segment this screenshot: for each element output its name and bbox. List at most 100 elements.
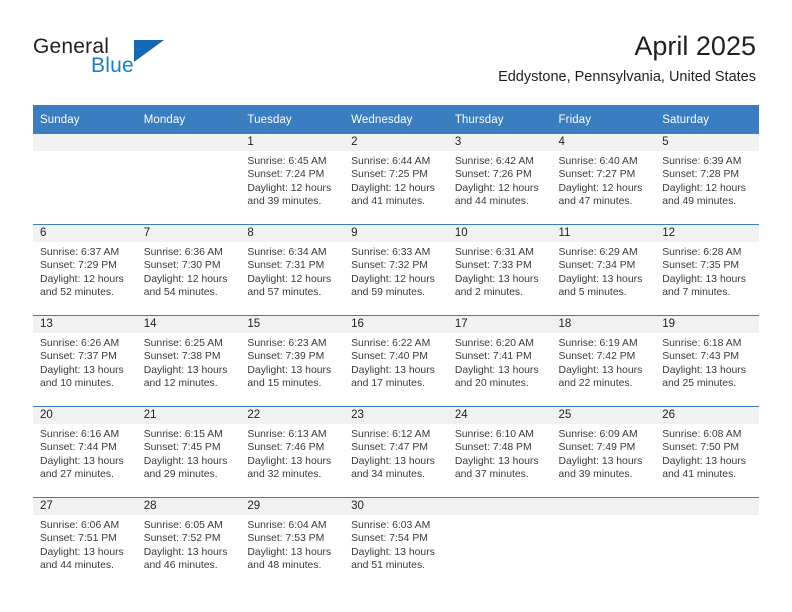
calendar-day-cell[interactable]: 29 Sunrise: 6:04 AM Sunset: 7:53 PM Dayligh… [240,497,345,588]
sunrise-text: Sunrise: 6:25 AM [143,338,223,349]
calendar-week-row: 27 Sunrise: 6:06 AM Sunset: 7:51 PM Dayligh… [33,497,759,588]
day-number: 18 [551,316,656,333]
sunset-text: Sunset: 7:39 PM [247,351,325,363]
calendar-day-cell[interactable]: 28 Sunrise: 6:05 AM Sunset: 7:52 PM Dayligh… [136,497,241,588]
general-blue-logo: General Blue [33,36,213,82]
day-details: Sunrise: 6:28 AM Sunset: 7:35 PM Daylight:… [655,242,759,300]
logo-text-blue: Blue [91,54,134,77]
calendar-day-cell[interactable]: 19 Sunrise: 6:18 AM Sunset: 7:43 PM Dayligh… [655,315,759,407]
calendar-day-cell[interactable]: 22 Sunrise: 6:13 AM Sunset: 7:46 PM Dayligh… [240,406,345,498]
calendar-day-cell[interactable]: 6 Sunrise: 6:37 AM Sunset: 7:29 PM Daylight… [33,224,137,316]
calendar-day-cell[interactable]: 8 Sunrise: 6:34 AM Sunset: 7:31 PM Daylight… [240,224,345,316]
calendar-day-cell[interactable]: 30 Sunrise: 6:03 AM Sunset: 7:54 PM Dayligh… [344,497,448,588]
calendar-day-cell[interactable]: 11 Sunrise: 6:29 AM Sunset: 7:34 PM Dayligh… [551,224,656,316]
day-number: 16 [344,316,448,333]
calendar-day-cell[interactable]: 20 Sunrise: 6:16 AM Sunset: 7:44 PM Dayligh… [33,406,137,498]
day-number: 20 [33,407,137,424]
day-number: 23 [344,407,448,424]
sunset-text: Sunset: 7:45 PM [143,442,221,454]
calendar-day-cell[interactable]: 13 Sunrise: 6:26 AM Sunset: 7:37 PM Dayligh… [33,315,137,407]
calendar-week-row: 1 Sunrise: 6:45 AM Sunset: 7:24 PM Daylight… [33,134,759,225]
calendar-day-cell[interactable]: 23 Sunrise: 6:12 AM Sunset: 7:47 PM Dayligh… [344,406,448,498]
day-details: Sunrise: 6:25 AM Sunset: 7:38 PM Daylight:… [137,333,241,391]
day-number: 8 [240,225,345,242]
calendar-day-cell-empty [136,134,241,225]
day-number: 3 [447,134,552,151]
day-number: 4 [551,134,656,151]
day-number: 6 [33,225,137,242]
calendar-day-cell[interactable]: 17 Sunrise: 6:20 AM Sunset: 7:41 PM Dayligh… [447,315,552,407]
calendar-day-cell[interactable]: 27 Sunrise: 6:06 AM Sunset: 7:51 PM Dayligh… [33,497,137,588]
daylight-text: Daylight: 13 hours and 46 minutes. [143,546,228,572]
calendar-day-cell[interactable]: 24 Sunrise: 6:10 AM Sunset: 7:48 PM Dayligh… [447,406,552,498]
sunset-text: Sunset: 7:27 PM [558,169,636,181]
sunset-text: Sunset: 7:35 PM [662,260,740,272]
calendar-day-cell[interactable]: 2 Sunrise: 6:44 AM Sunset: 7:25 PM Daylight… [344,134,448,225]
day-details: Sunrise: 6:16 AM Sunset: 7:44 PM Daylight:… [33,424,137,482]
calendar-day-cell[interactable]: 1 Sunrise: 6:45 AM Sunset: 7:24 PM Daylight… [240,134,345,225]
day-details: Sunrise: 6:19 AM Sunset: 7:42 PM Daylight:… [552,333,656,391]
day-number: 11 [551,225,656,242]
sunrise-text: Sunrise: 6:33 AM [351,247,431,258]
daylight-text: Daylight: 13 hours and 39 minutes. [558,455,643,481]
sunset-text: Sunset: 7:42 PM [558,351,636,363]
sunset-text: Sunset: 7:41 PM [454,351,532,363]
calendar-day-cell[interactable]: 16 Sunrise: 6:22 AM Sunset: 7:40 PM Dayligh… [344,315,448,407]
day-details: Sunrise: 6:26 AM Sunset: 7:37 PM Daylight:… [33,333,137,391]
day-number [33,134,137,151]
sunset-text: Sunset: 7:54 PM [351,533,428,545]
daylight-text: Daylight: 13 hours and 2 minutes. [454,273,539,299]
calendar-week-row: 20 Sunrise: 6:16 AM Sunset: 7:44 PM Dayligh… [33,406,759,498]
daylight-text: Daylight: 13 hours and 12 minutes. [143,364,228,390]
calendar-grid: Sunday Monday Tuesday Wednesday Thursday… [33,105,759,588]
day-details: Sunrise: 6:33 AM Sunset: 7:32 PM Daylight:… [344,242,448,300]
sunrise-text: Sunrise: 6:39 AM [662,156,742,167]
calendar-day-cell[interactable]: 25 Sunrise: 6:09 AM Sunset: 7:49 PM Dayligh… [551,406,656,498]
day-details: Sunrise: 6:37 AM Sunset: 7:29 PM Daylight:… [33,242,137,300]
calendar-day-cell-empty [33,134,137,225]
daylight-text: Daylight: 13 hours and 7 minutes. [662,273,746,299]
daylight-text: Daylight: 13 hours and 10 minutes. [40,364,124,390]
calendar-page: General Blue April 2025 Eddystone, Penns… [0,0,792,612]
day-details: Sunrise: 6:22 AM Sunset: 7:40 PM Daylight:… [344,333,448,391]
sunset-text: Sunset: 7:34 PM [558,260,636,272]
day-number [447,498,552,515]
sunrise-text: Sunrise: 6:36 AM [143,247,223,258]
day-details: Sunrise: 6:44 AM Sunset: 7:25 PM Daylight:… [344,151,448,209]
calendar-day-cell[interactable]: 15 Sunrise: 6:23 AM Sunset: 7:39 PM Dayligh… [240,315,345,407]
day-details: Sunrise: 6:09 AM Sunset: 7:49 PM Daylight:… [552,424,656,482]
weekday-header-wednesday: Wednesday [344,105,448,134]
sunset-text: Sunset: 7:47 PM [351,442,428,454]
day-number: 12 [655,225,759,242]
calendar-day-cell[interactable]: 10 Sunrise: 6:31 AM Sunset: 7:33 PM Dayligh… [447,224,552,316]
sunrise-text: Sunrise: 6:10 AM [454,429,534,440]
calendar-day-cell[interactable]: 4 Sunrise: 6:40 AM Sunset: 7:27 PM Daylight… [551,134,656,225]
sunrise-text: Sunrise: 6:40 AM [558,156,638,167]
day-number: 21 [136,407,241,424]
calendar-day-cell[interactable]: 3 Sunrise: 6:42 AM Sunset: 7:26 PM Daylight… [447,134,552,225]
calendar-day-cell[interactable]: 18 Sunrise: 6:19 AM Sunset: 7:42 PM Dayligh… [551,315,656,407]
daylight-text: Daylight: 13 hours and 37 minutes. [454,455,539,481]
sunrise-text: Sunrise: 6:12 AM [351,429,431,440]
calendar-day-cell[interactable]: 26 Sunrise: 6:08 AM Sunset: 7:50 PM Dayligh… [655,406,759,498]
daylight-text: Daylight: 12 hours and 52 minutes. [40,273,124,299]
calendar-day-cell[interactable]: 7 Sunrise: 6:36 AM Sunset: 7:30 PM Daylight… [136,224,241,316]
day-number: 5 [655,134,759,151]
day-details: Sunrise: 6:05 AM Sunset: 7:52 PM Daylight:… [137,515,241,573]
sunrise-text: Sunrise: 6:31 AM [454,247,534,258]
day-number: 14 [136,316,241,333]
daylight-text: Daylight: 13 hours and 48 minutes. [247,546,332,572]
calendar-day-cell[interactable]: 12 Sunrise: 6:28 AM Sunset: 7:35 PM Dayligh… [655,224,759,316]
daylight-text: Daylight: 13 hours and 29 minutes. [143,455,228,481]
day-number: 25 [551,407,656,424]
sunrise-text: Sunrise: 6:18 AM [662,338,742,349]
day-number: 26 [655,407,759,424]
calendar-day-cell[interactable]: 5 Sunrise: 6:39 AM Sunset: 7:28 PM Daylight… [655,134,759,225]
daylight-text: Daylight: 12 hours and 44 minutes. [454,182,539,208]
calendar-day-cell[interactable]: 14 Sunrise: 6:25 AM Sunset: 7:38 PM Dayligh… [136,315,241,407]
daylight-text: Daylight: 12 hours and 39 minutes. [247,182,332,208]
calendar-day-cell[interactable]: 21 Sunrise: 6:15 AM Sunset: 7:45 PM Dayligh… [136,406,241,498]
day-number: 29 [240,498,345,515]
sunset-text: Sunset: 7:37 PM [40,351,117,363]
calendar-day-cell[interactable]: 9 Sunrise: 6:33 AM Sunset: 7:32 PM Daylight… [344,224,448,316]
